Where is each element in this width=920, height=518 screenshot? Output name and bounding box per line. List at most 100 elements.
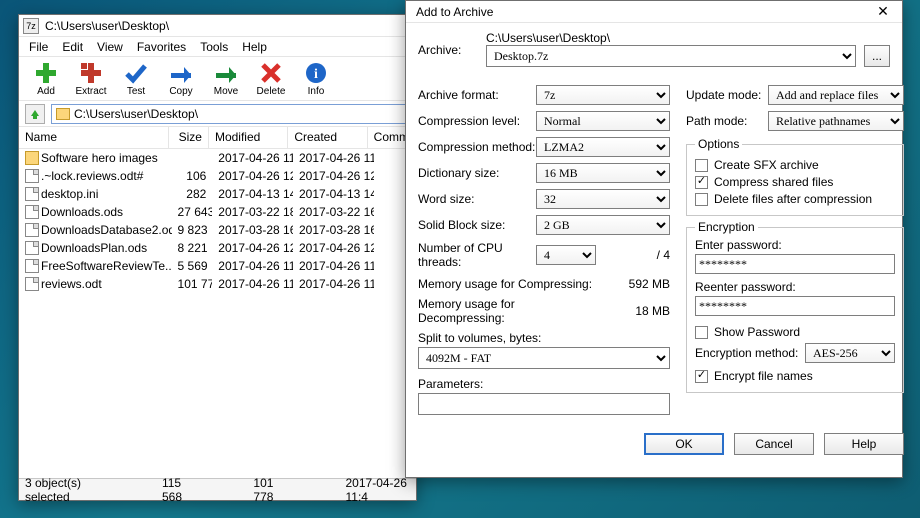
menu-file[interactable]: File: [23, 39, 54, 55]
table-row[interactable]: reviews.odt101 7782017-04-26 11:422017-0…: [19, 275, 416, 293]
encnames-checkbox[interactable]: Encrypt file names: [695, 369, 895, 383]
table-row[interactable]: .~lock.reviews.odt#1062017-04-26 12:0620…: [19, 167, 416, 185]
update-label: Update mode:: [686, 88, 768, 102]
status-date: 2017-04-26 11:4: [346, 476, 411, 504]
menu-tools[interactable]: Tools: [194, 39, 234, 55]
file-manager-window: 7z C:\Users\user\Desktop\ File Edit View…: [18, 14, 417, 501]
archive-name-field[interactable]: Desktop.7z: [486, 45, 856, 67]
status-size2: 101 778: [253, 476, 285, 504]
copy-button[interactable]: Copy: [160, 61, 202, 97]
memc-value: 592 MB: [598, 277, 670, 291]
table-row[interactable]: DownloadsPlan.ods8 2212017-04-26 12:0420…: [19, 239, 416, 257]
password-reenter-input[interactable]: [695, 296, 895, 316]
close-icon[interactable]: ✕: [868, 3, 898, 20]
page-icon: [25, 277, 39, 291]
dict-select[interactable]: 16 MB: [536, 163, 670, 183]
test-button[interactable]: Test: [115, 61, 157, 97]
params-label: Parameters:: [418, 377, 670, 391]
reenterpw-label: Reenter password:: [695, 280, 895, 294]
showpw-checkbox[interactable]: Show Password: [695, 325, 895, 339]
dialog-titlebar: Add to Archive ✕: [406, 1, 902, 23]
page-icon: [25, 169, 39, 183]
archive-label: Archive:: [418, 31, 478, 57]
solid-select[interactable]: 2 GB: [536, 215, 670, 235]
threads-select[interactable]: 4: [536, 245, 596, 265]
add-to-archive-dialog: Add to Archive ✕ Archive: C:\Users\user\…: [405, 0, 903, 478]
menu-edit[interactable]: Edit: [56, 39, 89, 55]
table-row[interactable]: Downloads.ods27 6432017-03-22 18:462017-…: [19, 203, 416, 221]
delete-after-checkbox[interactable]: Delete files after compression: [695, 192, 895, 206]
location-bar: C:\Users\user\Desktop\: [19, 101, 416, 127]
format-label: Archive format:: [418, 88, 536, 102]
status-bar: 3 object(s) selected 115 568 101 778 201…: [19, 478, 416, 500]
column-headers[interactable]: Name Size Modified Created Comm: [19, 127, 416, 149]
table-row[interactable]: FreeSoftwareReviewTe...5 5692017-04-26 1…: [19, 257, 416, 275]
memc-label: Memory usage for Compressing:: [418, 277, 598, 291]
archive-path: C:\Users\user\Desktop\: [486, 31, 856, 45]
password-input[interactable]: [695, 254, 895, 274]
update-select[interactable]: Add and replace files: [768, 85, 904, 105]
encmethod-label: Encryption method:: [695, 346, 805, 360]
word-select[interactable]: 32: [536, 189, 670, 209]
menu-view[interactable]: View: [91, 39, 129, 55]
format-select[interactable]: 7z: [536, 85, 670, 105]
sfx-checkbox[interactable]: Create SFX archive: [695, 158, 895, 172]
cancel-button[interactable]: Cancel: [734, 433, 814, 455]
params-input[interactable]: [418, 393, 670, 415]
location-input[interactable]: C:\Users\user\Desktop\: [51, 104, 410, 124]
add-button[interactable]: Add: [25, 61, 67, 97]
col-modified[interactable]: Modified: [209, 127, 288, 148]
page-icon: [25, 259, 39, 273]
ok-button[interactable]: OK: [644, 433, 724, 455]
encryption-legend: Encryption: [695, 220, 758, 234]
split-select[interactable]: 4092M - FAT: [418, 347, 670, 369]
status-size: 115 568: [162, 476, 193, 504]
toolbar: Add Extract Test Copy Move Delete iInfo: [19, 57, 416, 101]
col-size[interactable]: Size: [169, 127, 209, 148]
dialog-title: Add to Archive: [416, 5, 868, 19]
split-label: Split to volumes, bytes:: [418, 331, 670, 345]
status-selection: 3 object(s) selected: [25, 476, 102, 504]
col-created[interactable]: Created: [288, 127, 367, 148]
table-row[interactable]: DownloadsDatabase2.odt9 8232017-03-28 16…: [19, 221, 416, 239]
help-button[interactable]: Help: [824, 433, 904, 455]
info-button[interactable]: iInfo: [295, 61, 337, 97]
page-icon: [25, 187, 39, 201]
browse-button[interactable]: ...: [864, 45, 890, 67]
level-label: Compression level:: [418, 114, 536, 128]
window-title: C:\Users\user\Desktop\: [45, 19, 412, 33]
folder-icon: [56, 108, 70, 120]
enterpw-label: Enter password:: [695, 238, 895, 252]
col-name[interactable]: Name: [19, 127, 169, 148]
page-icon: [25, 223, 39, 237]
encryption-group: Encryption Enter password: Reenter passw…: [686, 220, 904, 393]
page-icon: [25, 205, 39, 219]
up-button[interactable]: [25, 104, 45, 124]
options-group: Options Create SFX archive Compress shar…: [686, 137, 904, 216]
path-select[interactable]: Relative pathnames: [768, 111, 904, 131]
memd-label: Memory usage for Decompressing:: [418, 297, 598, 325]
options-legend: Options: [695, 137, 742, 151]
memd-value: 18 MB: [598, 304, 670, 318]
path-label: Path mode:: [686, 114, 768, 128]
file-list: Name Size Modified Created Comm Software…: [19, 127, 416, 447]
method-select[interactable]: LZMA2: [536, 137, 670, 157]
table-row[interactable]: desktop.ini2822017-04-13 14:402017-04-13…: [19, 185, 416, 203]
threads-max: / 4: [602, 248, 670, 262]
dict-label: Dictionary size:: [418, 166, 536, 180]
folder-icon: [25, 151, 39, 165]
level-select[interactable]: Normal: [536, 111, 670, 131]
extract-button[interactable]: Extract: [70, 61, 112, 97]
solid-label: Solid Block size:: [418, 218, 536, 232]
shared-checkbox[interactable]: Compress shared files: [695, 175, 895, 189]
move-button[interactable]: Move: [205, 61, 247, 97]
svg-text:i: i: [314, 67, 318, 82]
word-label: Word size:: [418, 192, 536, 206]
table-row[interactable]: Software hero images2017-04-26 11:292017…: [19, 149, 416, 167]
menu-help[interactable]: Help: [236, 39, 273, 55]
page-icon: [25, 241, 39, 255]
menu-favorites[interactable]: Favorites: [131, 39, 192, 55]
menubar: File Edit View Favorites Tools Help: [19, 37, 416, 57]
delete-button[interactable]: Delete: [250, 61, 292, 97]
encmethod-select[interactable]: AES-256: [805, 343, 895, 363]
